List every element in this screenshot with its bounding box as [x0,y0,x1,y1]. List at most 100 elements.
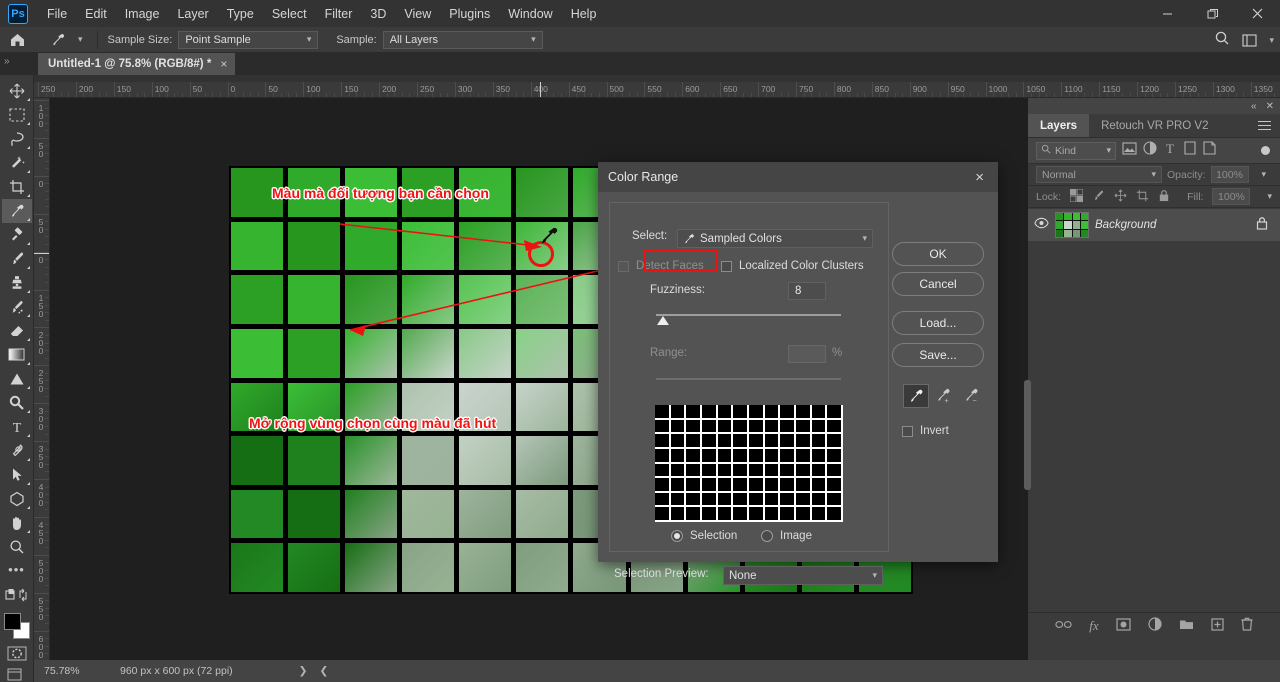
lock-artboard-icon[interactable] [1136,189,1149,205]
localized-color-clusters-checkbox[interactable] [721,261,732,272]
clone-stamp-tool[interactable] [2,271,32,295]
home-icon[interactable] [0,27,34,53]
zoom-level[interactable]: 75.78% [34,665,112,677]
eyedropper-tool[interactable] [2,199,32,223]
lock-position-icon[interactable] [1114,189,1127,205]
adjustment-filter-icon[interactable] [1143,141,1157,160]
tab-layers[interactable]: Layers [1028,114,1089,137]
workspace-switcher[interactable]: ▾ [1242,34,1274,47]
path-selection-tool[interactable] [2,463,32,487]
dodge-tool[interactable] [2,391,32,415]
invert-row[interactable]: Invert [902,425,949,437]
adjustment-icon[interactable] [1148,617,1162,634]
menu-filter[interactable]: Filter [316,3,362,25]
smart-object-filter-icon[interactable] [1203,141,1216,160]
document-tab[interactable]: Untitled-1 @ 75.8% (RGB/8#) * × [38,53,235,75]
layer-row-background[interactable]: Background [1028,209,1280,241]
menu-type[interactable]: Type [218,3,263,25]
history-brush-tool[interactable] [2,295,32,319]
mask-icon[interactable] [1116,618,1131,634]
fill-input[interactable]: 100% [1212,188,1250,205]
magic-wand-tool[interactable] [2,151,32,175]
save-button[interactable]: Save... [892,343,984,367]
dialog-close-icon[interactable]: × [971,167,988,188]
healing-brush-tool[interactable] [2,223,32,247]
screen-mode-icon[interactable] [6,667,28,682]
fuzziness-slider-thumb[interactable] [657,316,669,325]
horizontal-ruler[interactable]: 2502001501005005010015020025030035040045… [34,82,1280,98]
marquee-tool[interactable] [2,103,32,127]
status-expand-left-icon[interactable]: ❮ [313,665,334,677]
sample-size-select[interactable]: Point Sample ▾ [178,31,318,49]
opacity-input[interactable]: 100% [1211,166,1249,183]
status-expand-right-icon[interactable]: ❯ [293,665,314,677]
menu-file[interactable]: File [38,3,76,25]
move-tool[interactable] [2,79,32,103]
invert-checkbox[interactable] [902,426,913,437]
vertical-scrollbar[interactable] [1024,380,1031,490]
edit-toolbar-icon[interactable] [2,583,32,607]
close-icon[interactable]: × [220,57,227,71]
delete-icon[interactable] [1241,617,1253,634]
restore-button[interactable] [1190,0,1235,27]
gradient-tool[interactable] [2,343,32,367]
lock-all-icon[interactable] [1158,189,1170,205]
color-range-preview[interactable] [655,405,843,522]
minimize-button[interactable] [1145,0,1190,27]
eyedropper-icon[interactable] [903,384,929,408]
link-icon[interactable] [1055,619,1072,633]
new-layer-icon[interactable] [1211,618,1224,634]
lock-icon[interactable] [1256,216,1268,235]
radio-image[interactable]: Image [761,530,812,542]
fuzziness-slider-track[interactable] [656,314,841,316]
selection-radio[interactable] [671,530,683,542]
menu-window[interactable]: Window [499,3,561,25]
menu-3d[interactable]: 3D [361,3,395,25]
collapse-icon[interactable]: « [1251,101,1257,112]
select-dropdown[interactable]: Sampled Colors ▾ [677,229,873,248]
eyedropper-add-icon[interactable]: + [931,384,957,408]
eraser-tool[interactable] [2,319,32,343]
fill-chevron-icon[interactable]: ▾ [1267,191,1272,202]
lasso-tool[interactable] [2,127,32,151]
localized-color-clusters-row[interactable]: Localized Color Clusters [721,260,864,272]
filter-kind-select[interactable]: Kind ▾ [1036,142,1116,160]
brush-tool[interactable] [2,247,32,271]
dialog-title-bar[interactable]: Color Range × [598,162,998,192]
layer-name[interactable]: Background [1095,219,1156,231]
panel-menu-icon[interactable] [1249,114,1280,137]
shape-filter-icon[interactable] [1183,141,1197,160]
blend-mode-select[interactable]: Normal ▾ [1036,166,1162,183]
fx-icon[interactable]: fx [1089,618,1098,634]
menu-help[interactable]: Help [562,3,606,25]
eyedropper-subtract-icon[interactable]: − [959,384,985,408]
shape-tool[interactable] [2,487,32,511]
search-icon[interactable] [1214,30,1230,51]
radio-selection[interactable]: Selection [671,530,737,542]
quick-mask-icon[interactable] [6,645,28,660]
menu-select[interactable]: Select [263,3,316,25]
tab-retouch-vr-pro[interactable]: Retouch VR PRO V2 [1089,114,1220,137]
eye-icon[interactable] [1034,216,1049,234]
menu-view[interactable]: View [395,3,440,25]
foreground-color-swatch[interactable] [4,613,21,630]
more-tools-button[interactable]: ••• [2,559,32,583]
tool-preset-caret[interactable]: ▾ [78,34,83,45]
hand-tool[interactable] [2,511,32,535]
zoom-tool[interactable] [2,535,32,559]
opacity-chevron-icon[interactable]: ▾ [1262,169,1267,180]
ok-button[interactable]: OK [892,242,984,266]
selection-preview-dropdown[interactable]: None ▾ [723,566,883,585]
menu-layer[interactable]: Layer [168,3,217,25]
lock-image-icon[interactable] [1092,189,1105,205]
fuzziness-input[interactable]: 8 [788,282,826,300]
crop-tool[interactable] [2,175,32,199]
panel-expander-icon[interactable]: » [4,56,10,67]
close-button[interactable] [1235,0,1280,27]
menu-plugins[interactable]: Plugins [440,3,499,25]
load-button[interactable]: Load... [892,311,984,335]
blur-tool[interactable] [2,367,32,391]
close-icon[interactable]: ✕ [1266,101,1274,112]
lock-transparent-icon[interactable] [1070,189,1083,205]
type-tool[interactable]: T [2,415,32,439]
